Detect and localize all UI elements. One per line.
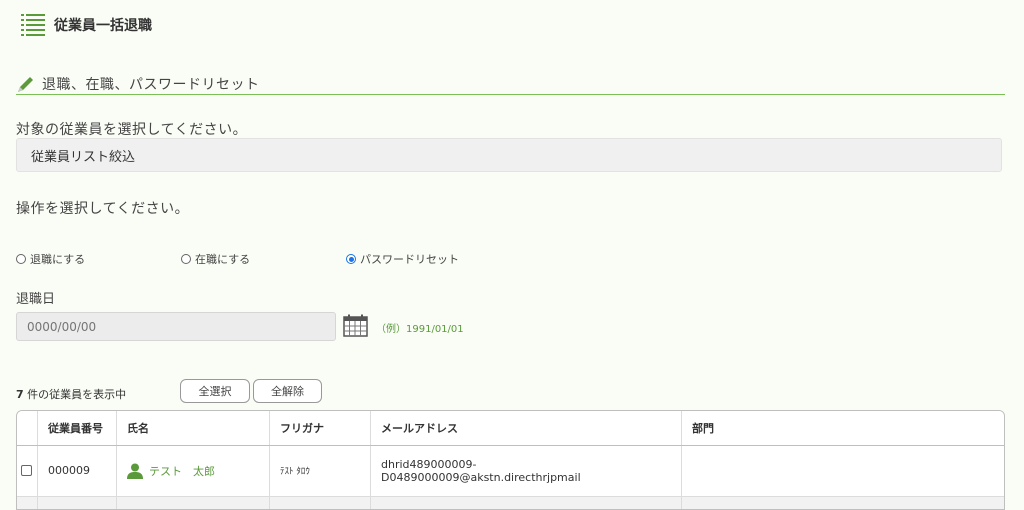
table-row: 000009 テスト 太郎 ﾃｽﾄ ﾀﾛｳ dhrid489000009-D04… bbox=[17, 445, 1004, 497]
employee-name: テスト 太郎 bbox=[149, 464, 215, 478]
employee-name-link[interactable]: テスト 太郎 bbox=[127, 463, 259, 479]
column-header-email[interactable]: メールアドレス bbox=[370, 411, 682, 446]
radio-label: パスワードリセット bbox=[360, 253, 459, 266]
calendar-icon[interactable] bbox=[343, 314, 368, 337]
table-row bbox=[17, 496, 1004, 509]
pencil-icon bbox=[18, 77, 33, 92]
row-check-cell bbox=[17, 445, 38, 497]
cell-name: テスト 太郎 bbox=[116, 445, 270, 497]
column-header-id[interactable]: 従業員番号 bbox=[37, 411, 117, 446]
employee-count: 7 件の従業員を表示中 bbox=[16, 386, 126, 402]
radio-label: 在職にする bbox=[195, 253, 251, 266]
radio-employed[interactable]: 在職にする bbox=[181, 251, 250, 267]
date-example: （例）1991/01/01 bbox=[376, 324, 464, 335]
page-title: 従業員一括退職 bbox=[54, 18, 152, 34]
person-icon bbox=[127, 463, 143, 479]
section-heading: 退職、在職、パスワードリセット bbox=[16, 74, 1005, 95]
column-header-name[interactable]: 氏名 bbox=[116, 411, 270, 446]
cell-dept bbox=[681, 496, 1004, 509]
list-icon bbox=[21, 14, 45, 36]
cell-dept bbox=[681, 445, 1004, 497]
employee-table: 従業員番号 氏名 フリガナ メールアドレス 部門 000009 テスト 太郎 ﾃ… bbox=[16, 410, 1005, 510]
employee-count-suffix: 件の従業員を表示中 bbox=[23, 388, 127, 401]
retire-date-input[interactable] bbox=[16, 312, 336, 341]
row-check-cell bbox=[17, 496, 38, 509]
cell-email: dhrid489000009-D0489000009@akstn.directh… bbox=[370, 445, 682, 497]
employee-count-number: 7 bbox=[16, 388, 24, 401]
radio-circle-selected[interactable] bbox=[346, 254, 356, 264]
cell-id: 000009 bbox=[37, 445, 117, 497]
cell-email bbox=[370, 496, 682, 509]
target-label: 対象の従業員を選択してください。 bbox=[16, 122, 248, 138]
radio-label: 退職にする bbox=[30, 253, 86, 266]
column-header-dept[interactable]: 部門 bbox=[681, 411, 1004, 446]
filter-label: 従業員リスト絞込 bbox=[31, 149, 136, 165]
radio-retire[interactable]: 退職にする bbox=[16, 251, 85, 267]
operation-label: 操作を選択してください。 bbox=[16, 201, 190, 217]
table-header-row: 従業員番号 氏名 フリガナ メールアドレス 部門 bbox=[17, 411, 1004, 446]
clear-all-button[interactable]: 全解除 bbox=[253, 379, 322, 403]
cell-kana bbox=[269, 496, 371, 509]
radio-circle[interactable] bbox=[16, 254, 26, 264]
retire-date-label: 退職日 bbox=[16, 292, 56, 307]
section-title: 退職、在職、パスワードリセット bbox=[42, 77, 260, 93]
select-all-button[interactable]: 全選択 bbox=[180, 379, 250, 403]
row-checkbox[interactable] bbox=[21, 465, 32, 476]
header-check-cell bbox=[17, 411, 38, 446]
cell-name bbox=[116, 496, 270, 509]
radio-password-reset[interactable]: パスワードリセット bbox=[346, 251, 459, 267]
radio-circle[interactable] bbox=[181, 254, 191, 264]
employee-filter-toggle[interactable]: 従業員リスト絞込 bbox=[16, 138, 1002, 172]
cell-id bbox=[37, 496, 117, 509]
page-header: 従業員一括退職 bbox=[20, 12, 152, 38]
cell-kana: ﾃｽﾄ ﾀﾛｳ bbox=[269, 445, 371, 497]
column-header-kana[interactable]: フリガナ bbox=[269, 411, 371, 446]
